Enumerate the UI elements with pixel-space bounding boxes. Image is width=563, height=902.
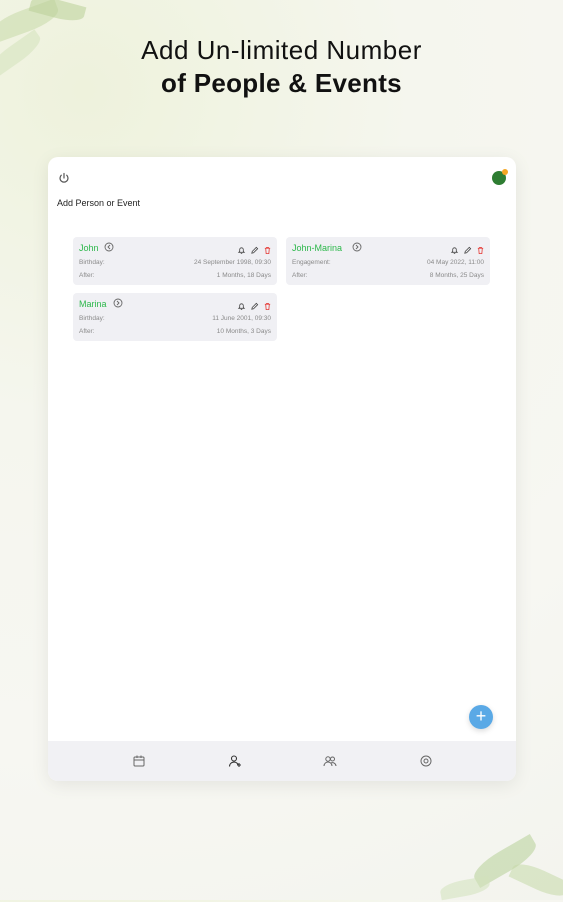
add-button[interactable]: + (469, 705, 493, 729)
person-card[interactable]: John Birthday: 24 September 1998, 09:30 A… (73, 237, 277, 285)
event-card[interactable]: John-Marina Engagement: 04 May 2022, 11:0… (286, 237, 490, 285)
card-name: Marina (79, 299, 107, 309)
event-label: Engagement: (292, 259, 331, 266)
after-label: After: (79, 272, 95, 279)
edit-icon[interactable] (250, 298, 259, 310)
after-value: 10 Months, 3 Days (216, 328, 271, 335)
app-screen: Add Person or Event John Birthday: 24 Sep… (48, 157, 516, 781)
bell-icon[interactable] (237, 298, 246, 310)
after-value: 8 Months, 25 Days (429, 272, 484, 279)
people-icon[interactable] (323, 754, 337, 768)
card-name: John-Marina (292, 243, 343, 253)
edit-icon[interactable] (463, 242, 472, 254)
person-card[interactable]: Marina Birthday: 11 June 2001, 09:30 Afte… (73, 293, 277, 341)
info-icon[interactable] (352, 242, 362, 252)
after-value: 1 Months, 18 Days (216, 272, 271, 279)
delete-icon[interactable] (263, 298, 272, 311)
after-label: After: (79, 328, 95, 335)
promo-headline: Add Un-limited Number of People & Events (0, 34, 563, 100)
headline-line2: of People & Events (161, 68, 402, 98)
power-icon[interactable] (58, 172, 70, 184)
calendar-icon[interactable] (132, 754, 146, 768)
avatar[interactable] (492, 169, 508, 185)
event-label: Birthday: (79, 315, 105, 322)
settings-icon[interactable] (419, 754, 433, 768)
leaf-decoration (438, 875, 492, 901)
after-label: After: (292, 272, 308, 279)
person-add-icon[interactable] (228, 754, 242, 768)
edit-icon[interactable] (250, 242, 259, 254)
bell-icon[interactable] (450, 242, 459, 254)
add-person-or-event-title: Add Person or Event (57, 198, 141, 208)
leaf-decoration (508, 858, 563, 902)
info-icon[interactable] (113, 298, 123, 308)
headline-line1: Add Un-limited Number (141, 35, 422, 65)
bell-icon[interactable] (237, 242, 246, 254)
event-date: 11 June 2001, 09:30 (212, 315, 271, 322)
delete-icon[interactable] (476, 242, 485, 255)
delete-icon[interactable] (263, 242, 272, 255)
event-date: 04 May 2022, 11:00 (427, 259, 484, 266)
event-date: 24 September 1998, 09:30 (194, 259, 271, 266)
info-icon[interactable] (104, 242, 114, 252)
event-label: Birthday: (79, 259, 105, 266)
card-name: John (79, 243, 99, 253)
bottom-nav (48, 741, 516, 781)
